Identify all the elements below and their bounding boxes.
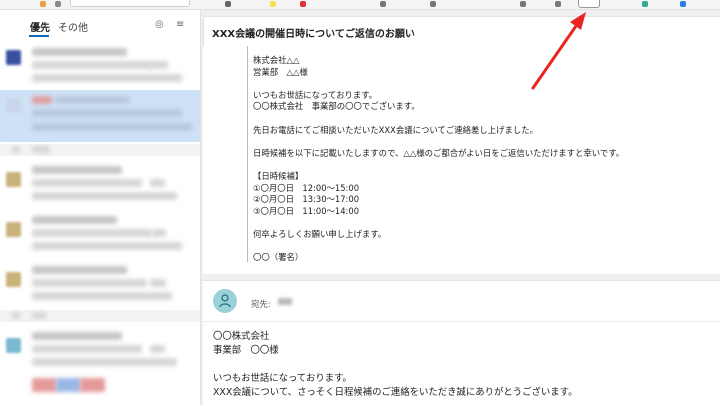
sender-redacted (55, 96, 130, 104)
preview-redacted (32, 123, 192, 131)
highlighted-toolbar-button[interactable] (578, 0, 600, 8)
toolbar-icon[interactable] (380, 1, 386, 7)
toolbar-icon[interactable] (642, 1, 648, 7)
reading-pane: XXX会議の開催日時についてご返信のお願い 株式会社△△ 営業部 △△様いつもお世… (201, 10, 720, 406)
quoted-line: ②〇月〇日 13:30～17:00 (253, 194, 360, 205)
toolbar-icon[interactable] (40, 1, 46, 7)
quoted-line: 〇〇株式会社 事業部の〇〇でございます。 (253, 101, 420, 112)
reply-line: いつもお世話になっております。 (213, 373, 352, 384)
date-group-header (0, 144, 200, 156)
quoted-line: いつもお世話になっております。 (253, 89, 378, 100)
top-toolbar (0, 0, 720, 10)
filter-icon[interactable]: ≡ (176, 19, 184, 30)
to-label: 宛先: (251, 299, 271, 309)
toolbar-icon[interactable] (680, 1, 686, 7)
reply-message: 宛先: 〇〇株式会社 事業部 〇〇様いつもお世話になっております。 XXX会議につい… (203, 280, 720, 406)
mail-item[interactable] (0, 260, 200, 308)
quote-rule (247, 46, 248, 262)
toolbar-icon[interactable] (430, 1, 436, 7)
tab-focused[interactable]: 優先 (30, 19, 50, 34)
toolbar-icon[interactable] (520, 1, 526, 7)
preview-redacted (32, 74, 182, 82)
mail-item[interactable] (0, 160, 200, 208)
subject-redacted (32, 61, 152, 69)
active-tab-indicator (29, 35, 49, 37)
quoted-line: 営業部 △△様 (253, 66, 308, 77)
mail-item[interactable] (0, 42, 200, 90)
mail-item[interactable] (0, 326, 200, 405)
attachment-redacted (56, 378, 81, 392)
sender-redacted (32, 96, 52, 104)
quoted-line: 株式会社△△ (253, 55, 300, 65)
toolbar-icon[interactable] (555, 1, 561, 7)
mail-item-selected[interactable] (0, 90, 200, 142)
mail-subject: XXX会議の開催日時についてご返信のお願い (212, 29, 415, 40)
search-box[interactable] (70, 0, 190, 7)
attachment-redacted (80, 378, 105, 392)
inbox-tabs: 優先 その他 ◎ ≡ (0, 10, 200, 40)
quoted-line: ③〇月〇日 11:00～14:00 (253, 205, 360, 216)
quoted-line: ①〇月〇日 12:00～15:00 (253, 182, 360, 193)
quoted-line: 何卒よろしくお願い申し上げます。 (253, 229, 387, 239)
attachment-redacted (32, 378, 57, 392)
tab-other[interactable]: その他 (58, 19, 88, 34)
reply-line: 事業部 〇〇様 (213, 345, 279, 356)
avatar[interactable] (213, 289, 237, 313)
quoted-line: 先日お電話にてご相談いただいたXXX会議についてご連絡差し上げました。 (253, 124, 538, 135)
quoted-message: 株式会社△△ 営業部 △△様いつもお世話になっております。 〇〇株式会社 事業部の〇… (203, 46, 720, 274)
subject-redacted (32, 109, 182, 117)
toolbar-icon[interactable] (270, 1, 276, 7)
avatar (6, 50, 21, 65)
mail-list-pane: 優先 その他 ◎ ≡ (0, 10, 201, 405)
date-redacted (150, 61, 168, 69)
avatar (6, 338, 21, 353)
chat-icon[interactable]: ◎ (155, 19, 164, 30)
person-icon (219, 294, 231, 308)
reply-line: 〇〇株式会社 (213, 331, 270, 342)
quoted-line: 〇〇（署名） (253, 252, 304, 263)
quoted-line: 【日時候補】 (253, 171, 304, 181)
sender-redacted (32, 48, 127, 56)
date-group-header (0, 310, 200, 322)
avatar (6, 172, 21, 187)
reply-line: XXX会議について、さっそく日程候補のご連絡をいただき誠にありがとうございます。 (213, 387, 578, 398)
avatar (6, 222, 21, 237)
toolbar-icon[interactable] (225, 1, 231, 7)
toolbar-icon[interactable] (300, 1, 306, 7)
toolbar-icon[interactable] (55, 1, 61, 7)
divider (203, 321, 720, 322)
subject-bar: XXX会議の開催日時についてご返信のお願い (203, 16, 720, 48)
mail-item[interactable] (0, 210, 200, 258)
avatar (6, 272, 21, 287)
avatar (6, 98, 21, 113)
quoted-line: 日時候補を以下に記載いたしますので、△△様のご都合がよい日をご返信いただけますと… (253, 147, 625, 158)
recipient-redacted (278, 298, 292, 305)
